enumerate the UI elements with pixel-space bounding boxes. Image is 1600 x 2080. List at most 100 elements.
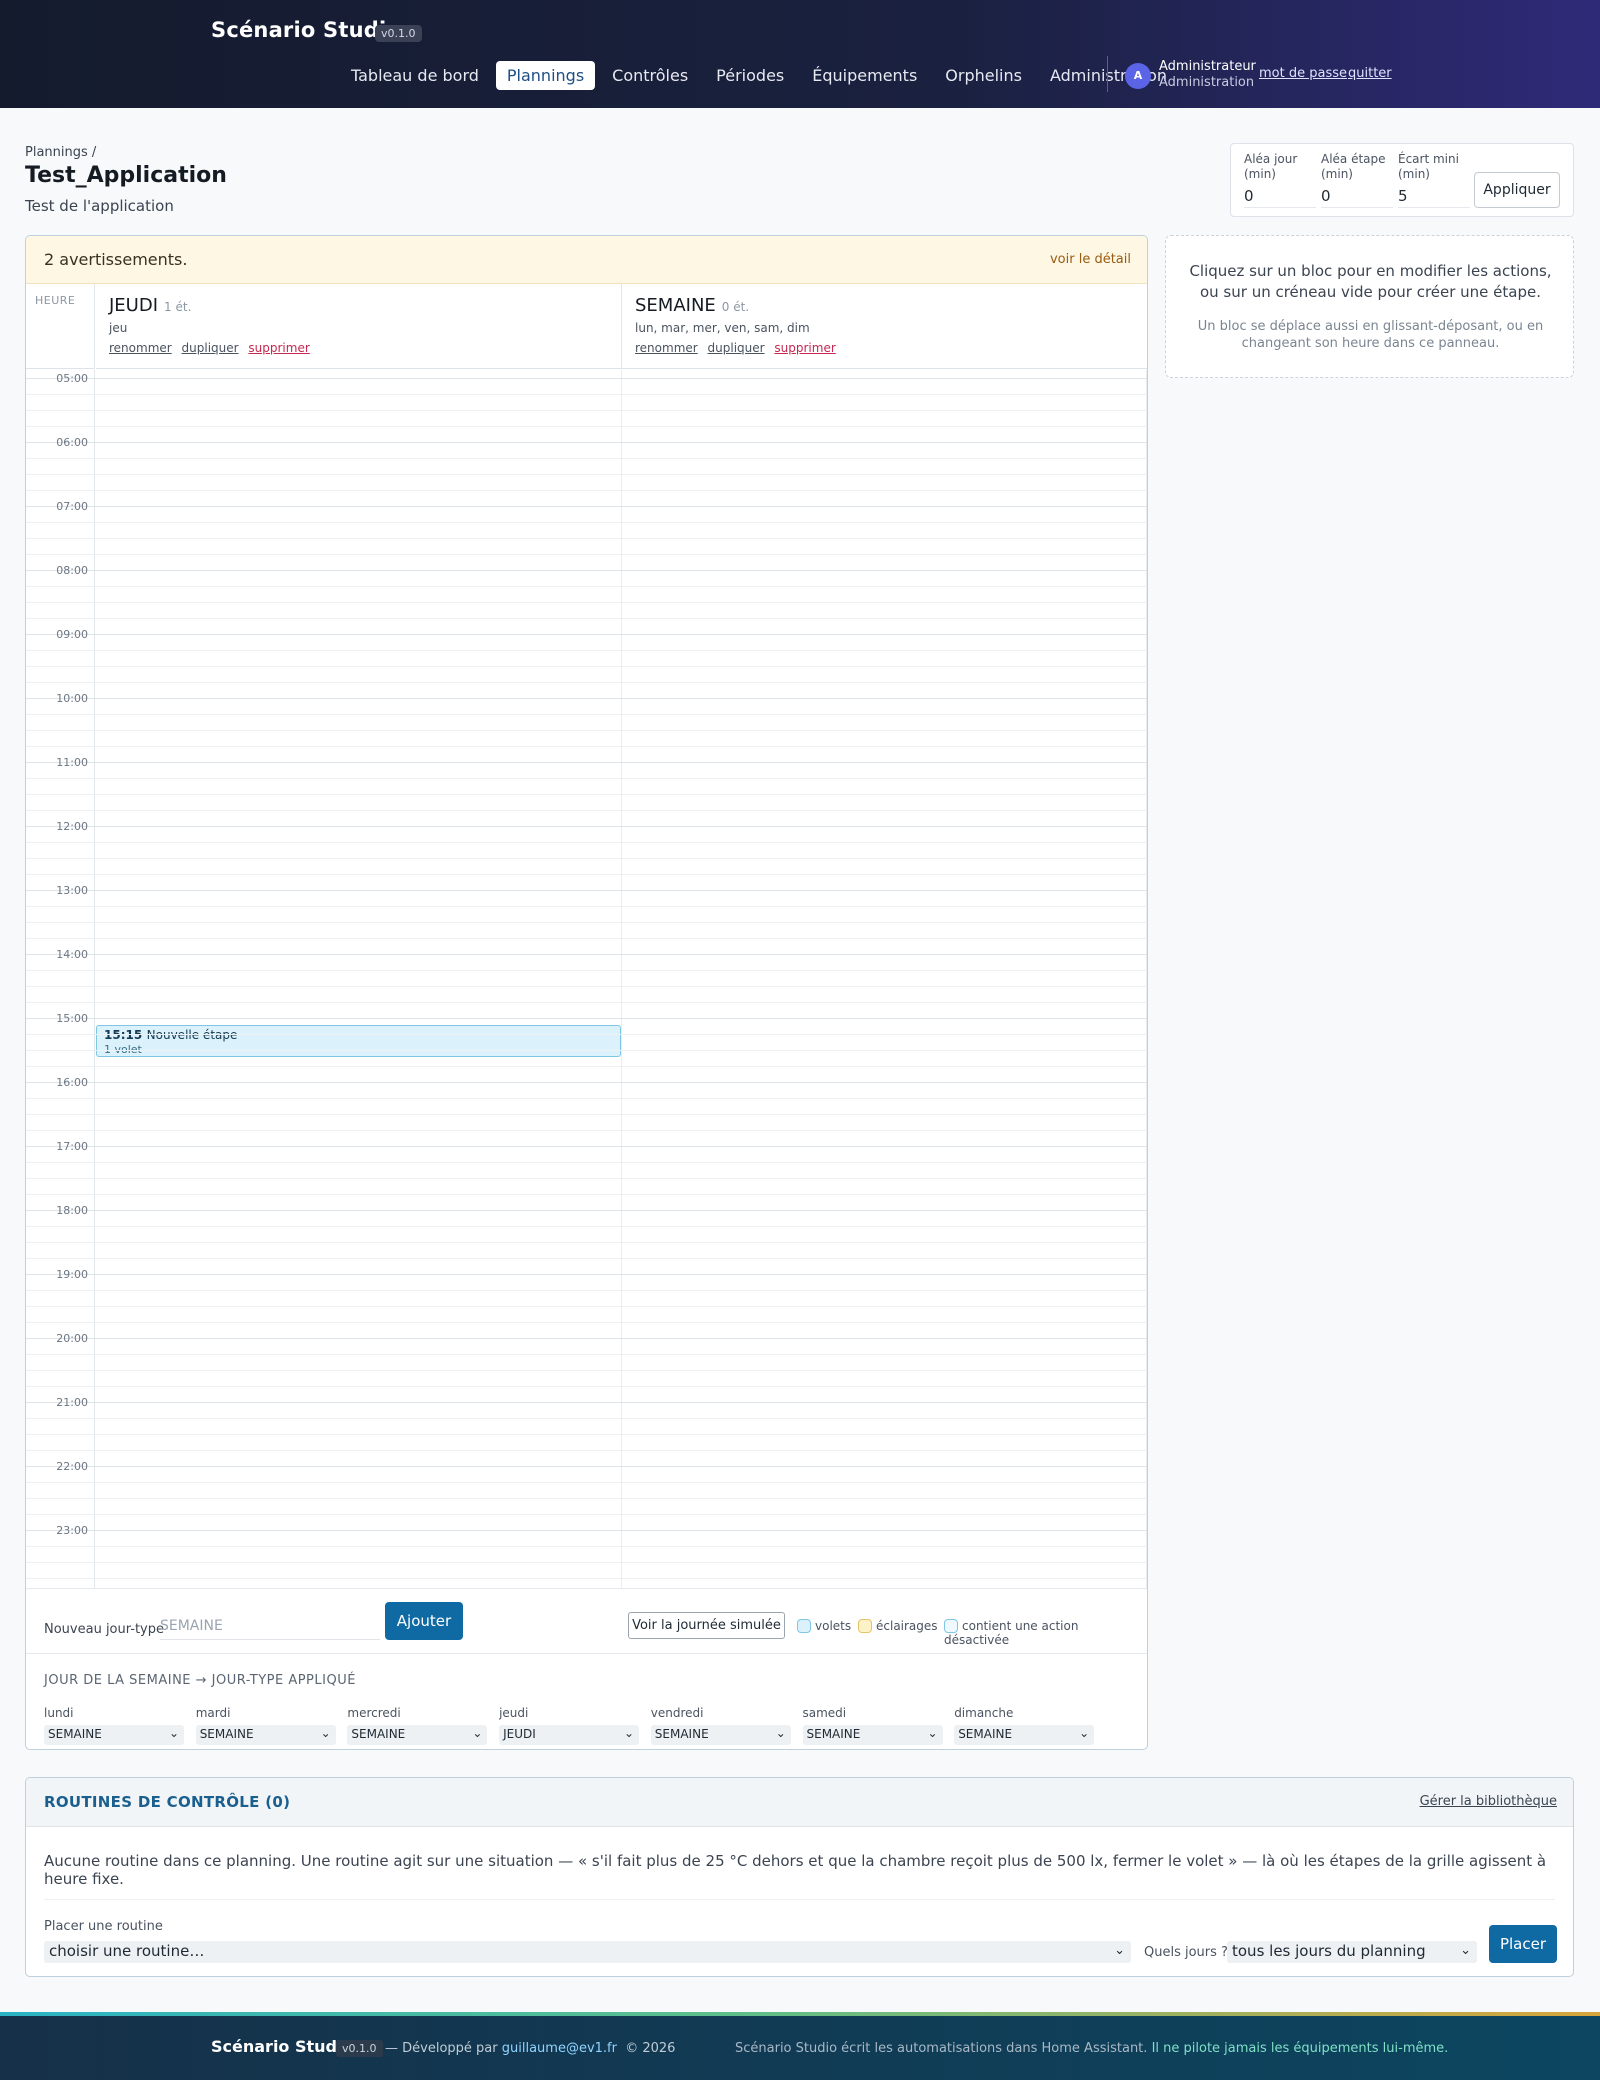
daytype-select[interactable]: SEMAINE ⌄ bbox=[954, 1725, 1095, 1745]
hour-label: 07:00 bbox=[56, 500, 88, 513]
quarter-gridline bbox=[26, 618, 1147, 619]
quarter-gridline bbox=[26, 1178, 1147, 1179]
step-time: 15:15 bbox=[104, 1028, 143, 1042]
weekday-label: dimanche bbox=[954, 1706, 1014, 1720]
quarter-gridline bbox=[26, 1130, 1147, 1131]
duplicate-link[interactable]: dupliquer bbox=[182, 341, 239, 355]
quarter-gridline bbox=[26, 1578, 1147, 1579]
daytype-weekdays: lun, mar, mer, ven, sam, dim bbox=[635, 321, 810, 335]
chevron-down-icon: ⌄ bbox=[1460, 1943, 1471, 1958]
hour-label: 13:00 bbox=[56, 884, 88, 897]
hour-label: 19:00 bbox=[56, 1268, 88, 1281]
day-column-semaine[interactable] bbox=[622, 370, 1147, 1588]
hour-gridline bbox=[26, 1402, 1147, 1403]
quarter-gridline bbox=[26, 1066, 1147, 1067]
nav-controles[interactable]: Contrôles bbox=[601, 61, 699, 90]
place-routine-button[interactable]: Placer bbox=[1489, 1925, 1557, 1963]
delete-link[interactable]: supprimer bbox=[248, 341, 309, 355]
daytype-select[interactable]: JEUDI ⌄ bbox=[499, 1725, 640, 1745]
hour-gridline bbox=[26, 1018, 1147, 1019]
footer-brand: Scénario Studio bbox=[211, 2037, 354, 2056]
logout-link[interactable]: quitter bbox=[1348, 66, 1392, 81]
days-select[interactable]: tous les jours du planning ⌄ bbox=[1227, 1941, 1477, 1963]
legend-label: contient une action désactivée bbox=[944, 1619, 1079, 1647]
quarter-gridline bbox=[26, 1258, 1147, 1259]
app-brand[interactable]: Scénario Studio bbox=[211, 18, 401, 42]
quarter-gridline bbox=[26, 1482, 1147, 1483]
daytype-select[interactable]: SEMAINE ⌄ bbox=[44, 1725, 184, 1745]
breadcrumb[interactable]: Plannings / bbox=[25, 145, 96, 160]
page-subtitle: Test de l'application bbox=[25, 197, 174, 215]
quarter-gridline bbox=[26, 1002, 1147, 1003]
quarter-gridline bbox=[26, 1290, 1147, 1291]
simulate-day-button[interactable]: Voir la journée simulée bbox=[628, 1612, 785, 1639]
quarter-gridline bbox=[26, 1098, 1147, 1099]
hour-label: 06:00 bbox=[56, 436, 88, 449]
legend-eclairages: éclairages bbox=[858, 1619, 938, 1633]
legend-label: éclairages bbox=[876, 1619, 938, 1633]
main-nav: Tableau de bord Plannings Contrôles Péri… bbox=[340, 61, 1178, 90]
nav-tableau-de-bord[interactable]: Tableau de bord bbox=[340, 61, 490, 90]
hour-gridline bbox=[26, 1338, 1147, 1339]
nav-periodes[interactable]: Périodes bbox=[705, 61, 795, 90]
daytype-select[interactable]: SEMAINE ⌄ bbox=[347, 1725, 488, 1745]
new-daytype-row: Nouveau jour-type SEMAINE Ajouter Voir l… bbox=[26, 1588, 1147, 1654]
nav-equipements[interactable]: Équipements bbox=[801, 61, 928, 90]
daytype-select-value: SEMAINE bbox=[958, 1727, 1013, 1741]
quarter-gridline bbox=[26, 986, 1147, 987]
daytype-header-jeudi: JEUDI 1 ét. jeu renommer dupliquer suppri… bbox=[96, 284, 622, 369]
daytype-select[interactable]: SEMAINE ⌄ bbox=[195, 1725, 336, 1745]
daytype-select[interactable]: SEMAINE ⌄ bbox=[650, 1725, 791, 1745]
user-name: Administrateur bbox=[1159, 59, 1256, 74]
footer-developer: — Développé par guillaume@ev1.fr © 2026 bbox=[385, 2041, 675, 2056]
hour-label: 23:00 bbox=[56, 1524, 88, 1537]
week-mapping: JOUR DE LA SEMAINE → JOUR-TYPE APPLIQUÉ … bbox=[26, 1654, 1147, 1749]
password-link[interactable]: mot de passe bbox=[1259, 66, 1347, 81]
rename-link[interactable]: renommer bbox=[635, 341, 698, 355]
quarter-gridline bbox=[26, 1546, 1147, 1547]
nav-orphelins[interactable]: Orphelins bbox=[934, 61, 1033, 90]
hour-gridline bbox=[26, 890, 1147, 891]
day-column-jeudi[interactable] bbox=[96, 370, 622, 1588]
hour-gridline bbox=[26, 378, 1147, 379]
hour-label: 18:00 bbox=[56, 1204, 88, 1217]
new-daytype-input[interactable]: SEMAINE bbox=[160, 1618, 380, 1640]
quarter-gridline bbox=[26, 778, 1147, 779]
warning-detail-link[interactable]: voir le détail bbox=[1050, 252, 1131, 267]
weekday-mapping-5: samedi SEMAINE ⌄ bbox=[802, 1706, 943, 1745]
hour-label: 21:00 bbox=[56, 1396, 88, 1409]
chevron-down-icon: ⌄ bbox=[775, 1726, 786, 1740]
add-daytype-button[interactable]: Ajouter bbox=[385, 1602, 463, 1640]
developer-email-link[interactable]: guillaume@ev1.fr bbox=[502, 2041, 617, 2056]
quarter-gridline bbox=[26, 554, 1147, 555]
alea-etape-input[interactable]: 0 bbox=[1321, 187, 1393, 208]
apply-button[interactable]: Appliquer bbox=[1474, 172, 1560, 208]
alea-jour-input[interactable]: 0 bbox=[1244, 187, 1316, 208]
rename-link[interactable]: renommer bbox=[109, 341, 172, 355]
quarter-gridline bbox=[26, 1370, 1147, 1371]
nav-plannings[interactable]: Plannings bbox=[495, 61, 596, 90]
routine-select[interactable]: choisir une routine… ⌄ bbox=[44, 1941, 1131, 1963]
hour-gridline bbox=[26, 1274, 1147, 1275]
nav-administration[interactable]: Administration bbox=[1039, 61, 1178, 90]
step-block[interactable]: 15:15 Nouvelle étape 1 volet bbox=[96, 1025, 621, 1057]
quarter-gridline bbox=[26, 1514, 1147, 1515]
manage-library-link[interactable]: Gérer la bibliothèque bbox=[1420, 1794, 1557, 1809]
ecart-mini-label: Écart mini (min) bbox=[1398, 152, 1459, 181]
daytype-select-value: SEMAINE bbox=[654, 1727, 709, 1741]
duplicate-link[interactable]: dupliquer bbox=[708, 341, 765, 355]
ecart-mini-input[interactable]: 5 bbox=[1398, 187, 1470, 208]
daytype-select[interactable]: SEMAINE ⌄ bbox=[802, 1725, 943, 1745]
days-select-label: Quels jours ? bbox=[1144, 1945, 1228, 1960]
quarter-gridline bbox=[26, 426, 1147, 427]
quarter-gridline bbox=[26, 1434, 1147, 1435]
quarter-gridline bbox=[26, 906, 1147, 907]
quarter-gridline bbox=[26, 714, 1147, 715]
hour-gridline bbox=[26, 954, 1147, 955]
delete-link[interactable]: supprimer bbox=[774, 341, 835, 355]
quarter-gridline bbox=[26, 746, 1147, 747]
weekday-label: samedi bbox=[802, 1706, 847, 1720]
chevron-down-icon: ⌄ bbox=[472, 1726, 483, 1740]
quarter-gridline bbox=[26, 1354, 1147, 1355]
user-role: Administration bbox=[1159, 75, 1255, 90]
